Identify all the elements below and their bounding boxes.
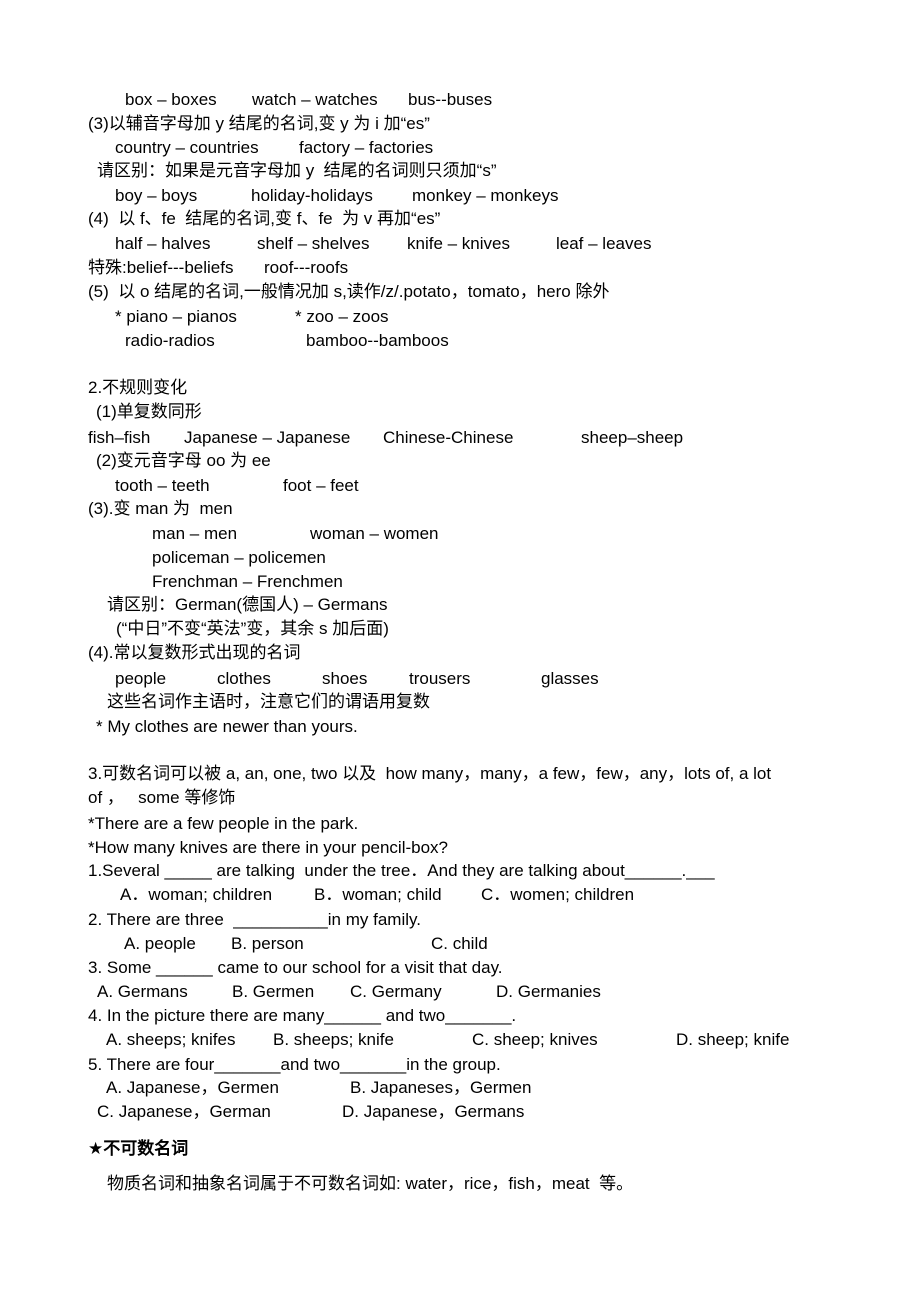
text-segment: roof---roofs (264, 258, 349, 277)
text-segment: C. sheep; knives (472, 1030, 598, 1049)
text-segment: A. people (124, 934, 196, 953)
text-segment: knife – knives (407, 234, 510, 253)
text-segment: B. Germen (232, 982, 315, 1001)
text-segment: B. person (231, 934, 304, 953)
text-segment: A．woman; children (120, 885, 273, 904)
text-segment: Japanese – Japanese (184, 428, 351, 447)
text-segment: tooth – teeth (115, 476, 210, 495)
text-segment: of ， some 等修饰 (88, 788, 236, 807)
text-segment: leaf – leaves (556, 234, 652, 253)
text-segment: boy – boys (115, 186, 198, 205)
text-segment: (“中日”不变“英法”变，其余 s 加后面) (116, 619, 389, 638)
text-segment: A. Germans (97, 982, 188, 1001)
text-segment: D. Japanese，Germans (342, 1102, 525, 1121)
text-segment: (3)以辅音字母加 y 结尾的名词,变 y 为 i 加“es” (88, 114, 430, 133)
text-segment: * My clothes are newer than yours. (96, 717, 358, 736)
text-segment: 请区别：如果是元音字母加 y 结尾的名词则只须加“s” (97, 161, 497, 180)
text-segment: A. sheeps; knifes (106, 1030, 236, 1049)
text-segment: *How many knives are there in your penci… (88, 838, 449, 857)
text-segment: watch – watches (252, 90, 378, 109)
text-segment: (4) 以 f、fe 结尾的名词,变 f、fe 为 v 再加“es” (88, 209, 441, 228)
text-segment: 特殊:belief---beliefs (88, 258, 234, 277)
text-segment: 3. Some ______ came to our school for a … (88, 958, 503, 977)
text-segment: people (115, 669, 167, 688)
text-segment: ★不可数名词 (88, 1139, 189, 1158)
text-segment: shoes (322, 669, 368, 688)
text-segment: foot – feet (283, 476, 359, 495)
text-segment: factory – factories (299, 138, 434, 157)
text-segment: B. sheeps; knife (273, 1030, 394, 1049)
text-segment: D. sheep; knife (676, 1030, 790, 1049)
text-segment: holiday-holidays (251, 186, 373, 205)
text-segment: (3).变 man 为 men (88, 499, 233, 518)
text-segment: sheep–sheep (581, 428, 684, 447)
text-segment: C. Japanese，German (97, 1102, 271, 1121)
text-segment: 1.Several _____ are talking under the tr… (88, 861, 715, 880)
text-segment: 物质名词和抽象名词属于不可数名词如: water，rice，fish，meat … (107, 1174, 634, 1193)
text-segment: (5) 以 o 结尾的名词,一般情况加 s,读作/z/.potato，tomat… (88, 282, 610, 301)
text-segment: B．woman; child (314, 885, 442, 904)
text-segment: C. child (431, 934, 488, 953)
text-segment: box – boxes (125, 90, 217, 109)
text-segment: 请区别：German(德国人) – Germans (107, 595, 388, 614)
document-page: box – boxes watch – watches bus--buses (3)以… (0, 0, 920, 1302)
text-segment: * piano – pianos (115, 307, 237, 326)
text-segment: C. Germany (350, 982, 442, 1001)
text-segment: shelf – shelves (257, 234, 370, 253)
text-segment: fish–fish (88, 428, 151, 447)
text-segment: Chinese-Chinese (383, 428, 514, 447)
text-segment: (4).常以复数形式出现的名词 (88, 643, 301, 662)
text-segment: monkey – monkeys (412, 186, 559, 205)
text-segment: Frenchman – Frenchmen (152, 572, 343, 591)
text-segment: country – countries (115, 138, 259, 157)
text-segment: bamboo--bamboos (306, 331, 449, 350)
text-segment: 5. There are four_______and two_______in… (88, 1055, 501, 1074)
text-segment: 4. In the picture there are many______ a… (88, 1006, 517, 1025)
text-segment: policeman – policemen (152, 548, 326, 567)
text-segment: half – halves (115, 234, 211, 253)
text-segment: trousers (409, 669, 471, 688)
text-segment: 3.可数名词可以被 a, an, one, two 以及 how many，ma… (88, 764, 772, 783)
text-segment: glasses (541, 669, 599, 688)
text-segment: 2.不规则变化 (88, 378, 188, 397)
text-segment: radio-radios (125, 331, 215, 350)
text-segment: * zoo – zoos (295, 307, 389, 326)
text-segment: woman – women (310, 524, 439, 543)
text-segment: B. Japaneses，Germen (350, 1078, 532, 1097)
text-segment: *There are a few people in the park. (88, 814, 359, 833)
text-segment: bus--buses (408, 90, 493, 109)
text-segment: clothes (217, 669, 271, 688)
text-segment: man – men (152, 524, 238, 543)
text-segment: D. Germanies (496, 982, 601, 1001)
text-segment: A. Japanese，Germen (106, 1078, 279, 1097)
text-segment: 这些名词作主语时，注意它们的谓语用复数 (107, 692, 430, 711)
text-segment: C．women; children (481, 885, 635, 904)
text-segment: (2)变元音字母 oo 为 ee (96, 451, 271, 470)
text-segment: 2. There are three __________in my famil… (88, 910, 421, 929)
text-segment: (1)单复数同形 (96, 402, 202, 421)
